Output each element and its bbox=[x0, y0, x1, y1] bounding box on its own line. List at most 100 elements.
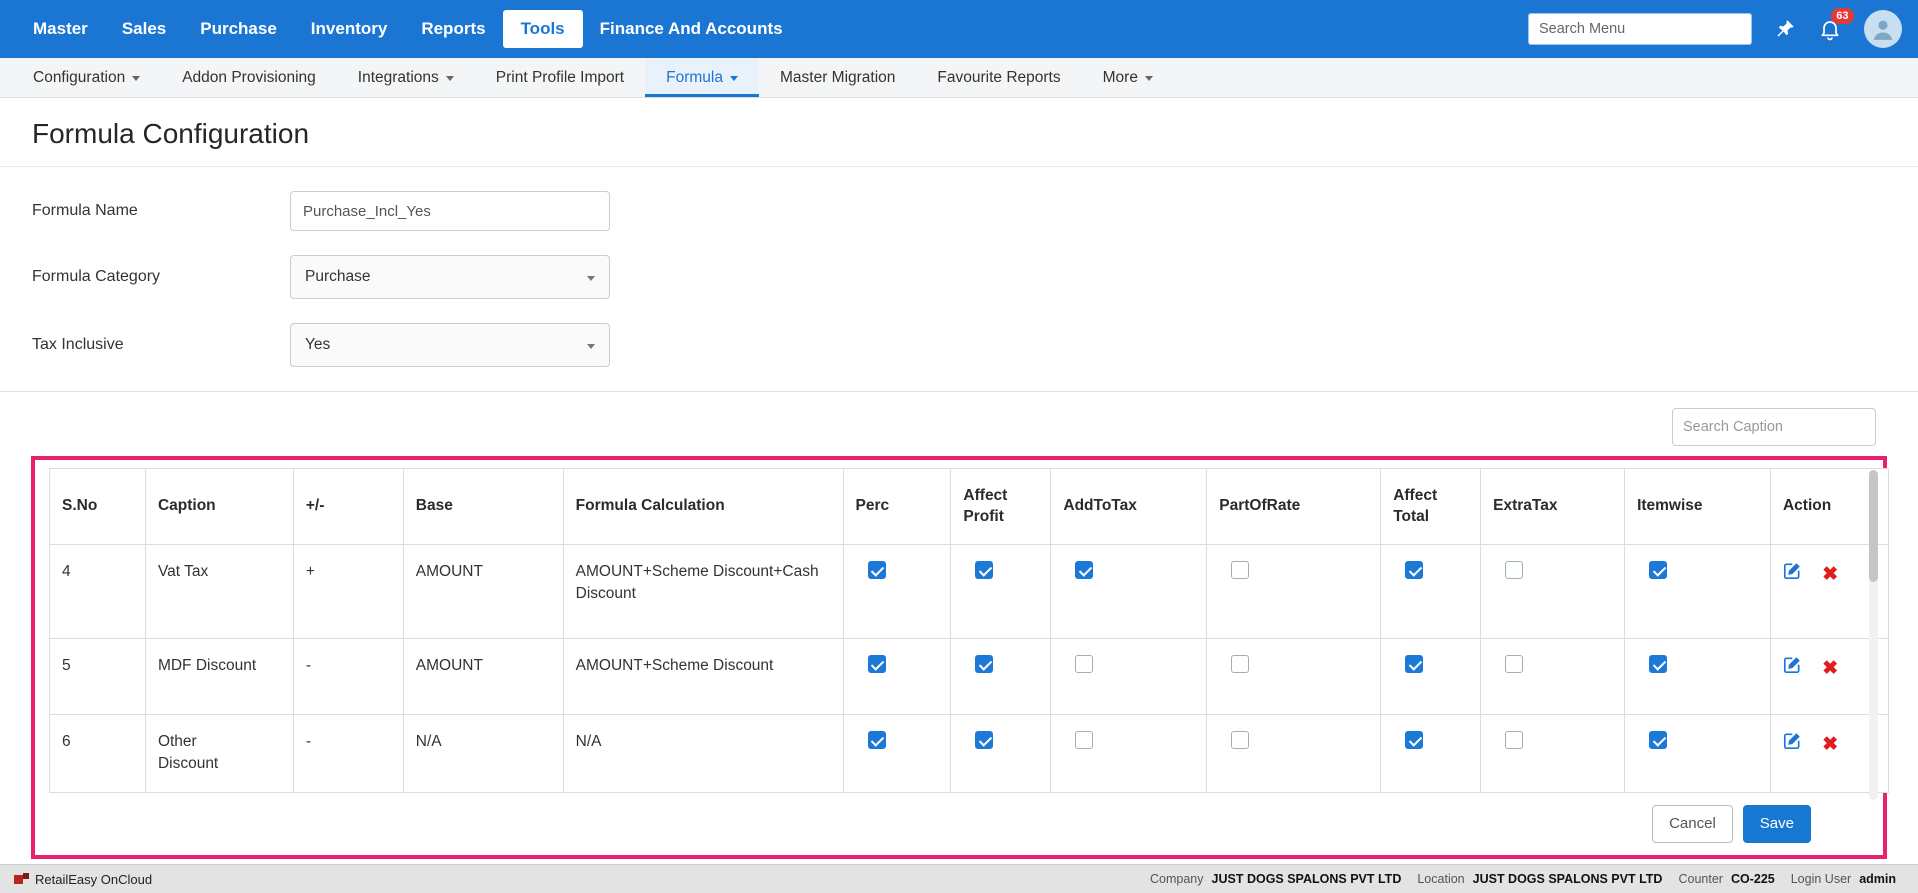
affect-profit-checkbox[interactable] bbox=[975, 731, 993, 749]
base-cell: AMOUNT bbox=[403, 545, 563, 639]
top-bar: Master Sales Purchase Inventory Reports … bbox=[0, 0, 1918, 58]
affect-total-checkbox[interactable] bbox=[1405, 731, 1423, 749]
base-cell: N/A bbox=[403, 715, 563, 793]
itemwise-checkbox[interactable] bbox=[1649, 561, 1667, 579]
affect-total-checkbox[interactable] bbox=[1405, 655, 1423, 673]
company-value: JUST DOGS SPALONS PVT LTD bbox=[1212, 872, 1402, 886]
brand-logo-icon bbox=[14, 873, 29, 886]
affect-profit-checkbox[interactable] bbox=[975, 655, 993, 673]
menu-item-reports[interactable]: Reports bbox=[404, 9, 502, 49]
footer-session-info: Company JUST DOGS SPALONS PVT LTD Locati… bbox=[1150, 872, 1904, 886]
formula-name-input[interactable] bbox=[290, 191, 610, 231]
delete-row-icon[interactable]: ✖ bbox=[1822, 565, 1838, 584]
chevron-down-icon bbox=[587, 344, 595, 349]
sno-cell: 6 bbox=[50, 715, 146, 793]
affect-profit-checkbox[interactable] bbox=[975, 561, 993, 579]
formula-form: Formula Name Formula Category Purchase T… bbox=[16, 167, 1902, 367]
perc-checkbox[interactable] bbox=[868, 655, 886, 673]
search-menu-input[interactable] bbox=[1528, 13, 1752, 45]
menu-item-master[interactable]: Master bbox=[16, 9, 105, 49]
partofrate-checkbox[interactable] bbox=[1231, 655, 1249, 673]
affect-total-checkbox[interactable] bbox=[1405, 561, 1423, 579]
form-actions: Cancel Save bbox=[49, 805, 1869, 843]
formula-name-label: Formula Name bbox=[32, 202, 290, 220]
tools-sub-menu: Configuration Addon Provisioning Integra… bbox=[0, 58, 1918, 98]
brand-name: RetailEasy OnCloud bbox=[35, 872, 152, 887]
sign-cell: - bbox=[293, 715, 403, 793]
formula-cell: AMOUNT+Scheme Discount+Cash Discount bbox=[563, 545, 843, 639]
tax-inclusive-value: Yes bbox=[305, 336, 330, 354]
formula-cell: N/A bbox=[563, 715, 843, 793]
menu-item-sales[interactable]: Sales bbox=[105, 9, 183, 49]
col-header-itemwise: Itemwise bbox=[1625, 469, 1771, 545]
chevron-down-icon bbox=[446, 76, 454, 81]
table-row: 6 Other Discount - N/A N/A ✖ bbox=[50, 715, 1889, 793]
formula-cell: AMOUNT+Scheme Discount bbox=[563, 639, 843, 715]
menu-item-purchase[interactable]: Purchase bbox=[183, 9, 294, 49]
extratax-checkbox[interactable] bbox=[1505, 655, 1523, 673]
subnav-addon-provisioning[interactable]: Addon Provisioning bbox=[161, 58, 337, 97]
main-menu: Master Sales Purchase Inventory Reports … bbox=[16, 9, 800, 49]
col-header-perc: Perc bbox=[843, 469, 951, 545]
status-bar: RetailEasy OnCloud Company JUST DOGS SPA… bbox=[0, 864, 1918, 893]
col-header-affect-total: Affect Total bbox=[1381, 469, 1481, 545]
page-title: Formula Configuration bbox=[32, 118, 1886, 150]
partofrate-checkbox[interactable] bbox=[1231, 731, 1249, 749]
edit-row-icon[interactable] bbox=[1783, 561, 1802, 587]
formula-category-select[interactable]: Purchase bbox=[290, 255, 610, 299]
menu-item-inventory[interactable]: Inventory bbox=[294, 9, 405, 49]
partofrate-checkbox[interactable] bbox=[1231, 561, 1249, 579]
table-scrollbar[interactable] bbox=[1869, 470, 1878, 800]
subnav-print-profile-import[interactable]: Print Profile Import bbox=[475, 58, 645, 97]
menu-item-finance-and-accounts[interactable]: Finance And Accounts bbox=[583, 9, 800, 49]
extratax-checkbox[interactable] bbox=[1505, 561, 1523, 579]
addtotax-checkbox[interactable] bbox=[1075, 561, 1093, 579]
addtotax-checkbox[interactable] bbox=[1075, 655, 1093, 673]
notification-count-badge: 63 bbox=[1831, 8, 1854, 24]
sno-cell: 4 bbox=[50, 545, 146, 639]
annotation-highlight-box: S.No Caption +/- Base Formula Calculatio… bbox=[31, 456, 1887, 859]
subnav-integrations[interactable]: Integrations bbox=[337, 58, 475, 97]
subnav-more[interactable]: More bbox=[1082, 58, 1174, 97]
perc-checkbox[interactable] bbox=[868, 561, 886, 579]
edit-row-icon[interactable] bbox=[1783, 655, 1802, 681]
edit-row-icon[interactable] bbox=[1783, 731, 1802, 757]
location-value: JUST DOGS SPALONS PVT LTD bbox=[1473, 872, 1663, 886]
sno-cell: 5 bbox=[50, 639, 146, 715]
itemwise-checkbox[interactable] bbox=[1649, 731, 1667, 749]
user-avatar[interactable] bbox=[1864, 10, 1902, 48]
col-header-partofrate: PartOfRate bbox=[1207, 469, 1381, 545]
col-header-caption: Caption bbox=[145, 469, 293, 545]
base-cell: AMOUNT bbox=[403, 639, 563, 715]
col-header-affect-profit: Affect Profit bbox=[951, 469, 1051, 545]
chevron-down-icon bbox=[587, 276, 595, 281]
extratax-checkbox[interactable] bbox=[1505, 731, 1523, 749]
cancel-button[interactable]: Cancel bbox=[1652, 805, 1733, 843]
main-content: Formula Configuration Formula Name Formu… bbox=[0, 98, 1918, 859]
caption-cell: Other Discount bbox=[145, 715, 293, 793]
notifications-bell-icon[interactable]: 63 bbox=[1818, 17, 1842, 41]
tax-inclusive-label: Tax Inclusive bbox=[32, 336, 290, 354]
subnav-formula[interactable]: Formula bbox=[645, 58, 759, 97]
col-header-sign: +/- bbox=[293, 469, 403, 545]
addtotax-checkbox[interactable] bbox=[1075, 731, 1093, 749]
scrollbar-thumb[interactable] bbox=[1869, 470, 1878, 582]
save-button[interactable]: Save bbox=[1743, 805, 1811, 843]
formula-rows-table: S.No Caption +/- Base Formula Calculatio… bbox=[49, 468, 1889, 793]
footer-brand: RetailEasy OnCloud bbox=[14, 872, 152, 887]
pushpin-icon[interactable] bbox=[1774, 18, 1796, 40]
tax-inclusive-select[interactable]: Yes bbox=[290, 323, 610, 367]
table-row: 5 MDF Discount - AMOUNT AMOUNT+Scheme Di… bbox=[50, 639, 1889, 715]
delete-row-icon[interactable]: ✖ bbox=[1822, 659, 1838, 678]
subnav-favourite-reports[interactable]: Favourite Reports bbox=[916, 58, 1081, 97]
subnav-master-migration[interactable]: Master Migration bbox=[759, 58, 916, 97]
delete-row-icon[interactable]: ✖ bbox=[1822, 735, 1838, 754]
itemwise-checkbox[interactable] bbox=[1649, 655, 1667, 673]
form-row-tax-inclusive: Tax Inclusive Yes bbox=[32, 323, 1902, 367]
formula-category-label: Formula Category bbox=[32, 268, 290, 286]
perc-checkbox[interactable] bbox=[868, 731, 886, 749]
subnav-configuration[interactable]: Configuration bbox=[12, 58, 161, 97]
search-caption-input[interactable] bbox=[1683, 419, 1870, 435]
menu-item-tools[interactable]: Tools bbox=[503, 10, 583, 48]
topbar-right-group: 63 bbox=[1528, 10, 1902, 48]
